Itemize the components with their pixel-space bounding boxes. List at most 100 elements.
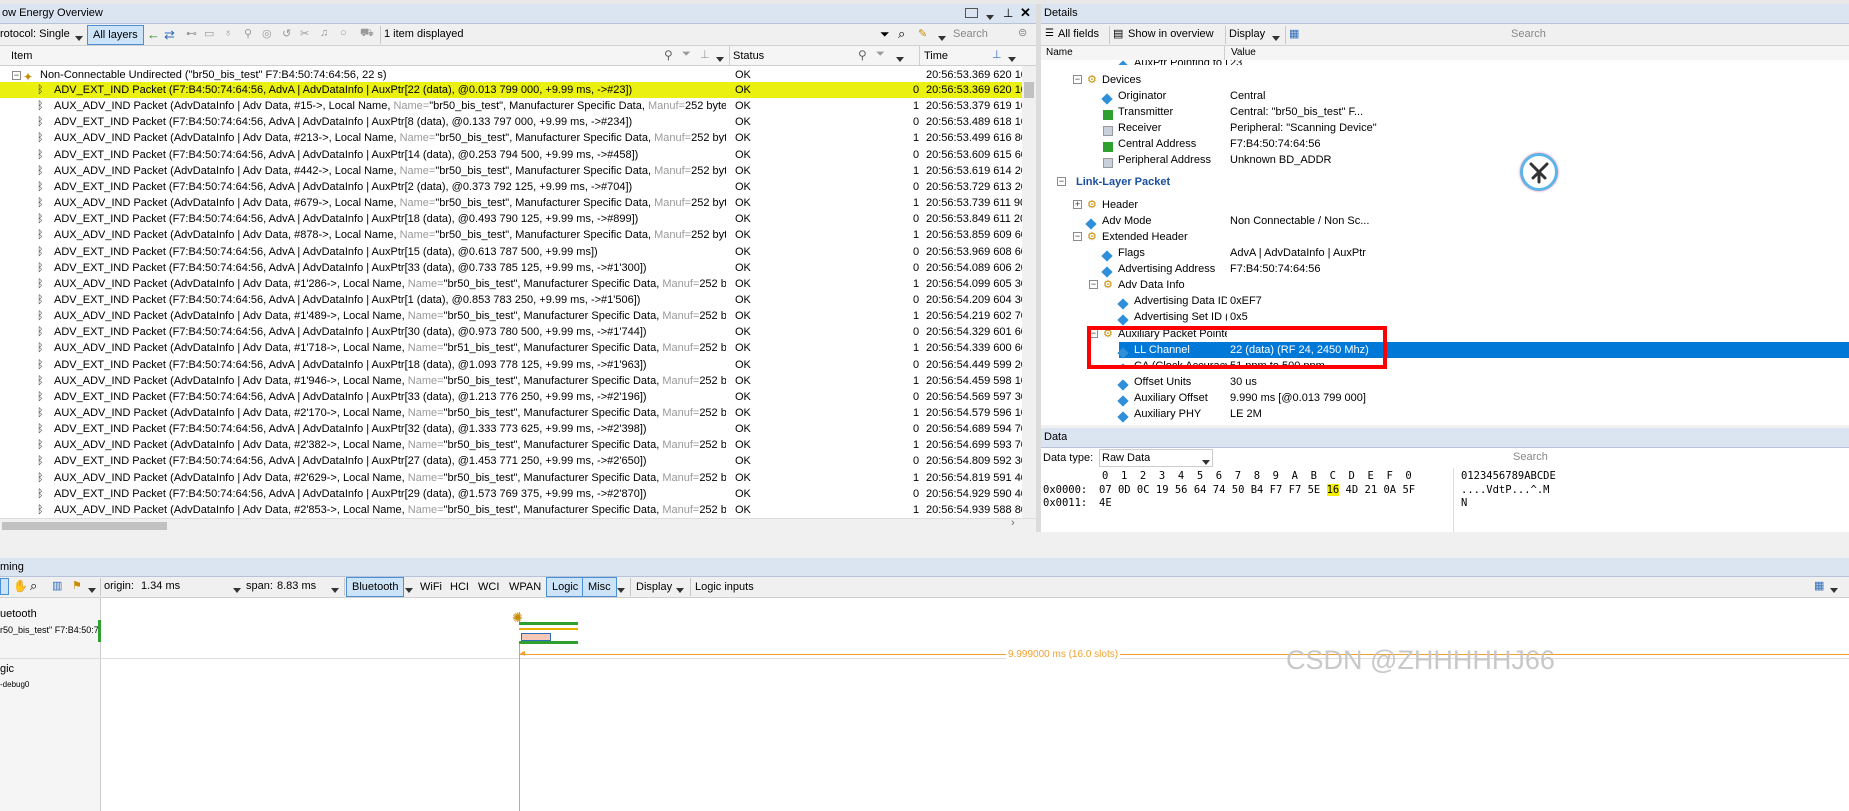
export-dropdown-icon[interactable] [1830,584,1838,596]
table-row[interactable]: ᛒ AUX_ADV_IND Packet (AdvDataInfo | Adv D… [0,502,1033,518]
export-icon[interactable]: ▦ [1289,27,1299,40]
overview-vertical-scrollbar[interactable] [1022,66,1036,518]
zoom-tool-icon[interactable]: ⌕ [30,578,37,594]
close-icon[interactable]: ✕ [1020,5,1031,21]
bluetooth-toggle[interactable]: Bluetooth [346,577,405,597]
column-status-filter-icon[interactable]: ⏷ [876,48,885,61]
scrollbar-thumb[interactable] [1024,82,1034,98]
filter-ghost-icon[interactable]: ⚲ [244,27,252,40]
misc-dropdown-icon[interactable] [617,584,625,596]
table-row[interactable]: ᛒ AUX_ADV_IND Packet (AdvDataInfo | Adv D… [0,308,1033,324]
table-row[interactable]: ᛒ AUX_ADV_IND Packet (AdvDataInfo | Adv D… [0,437,1033,453]
span-dropdown-icon[interactable] [331,584,339,596]
marker-icon[interactable]: ⚑ [72,579,82,592]
column-status-chevron-icon[interactable] [896,53,904,65]
protocol-dropdown-icon[interactable] [75,32,83,44]
collapse-icon[interactable]: − [12,71,21,80]
table-row[interactable]: ᛒ AUX_ADV_IND Packet (AdvDataInfo | Adv D… [0,130,1033,146]
wpan-toggle[interactable]: WPAN [504,577,546,597]
assistant-logo-icon[interactable] [1520,153,1558,191]
pin-icon[interactable]: ⊥ [1003,6,1013,20]
table-row[interactable]: ᛒ AUX_ADV_IND Packet (AdvDataInfo | Adv D… [0,195,1032,211]
packet-block[interactable] [519,622,578,644]
tree-node[interactable]: − ⚙ Devices [1041,72,1849,88]
tree-node[interactable]: Receiver Peripheral: "Scanning Device" [1041,120,1849,137]
undo-icon[interactable]: ↺ [282,27,291,40]
print-icon[interactable]: ▭ [204,27,214,40]
display-menu[interactable]: Display [631,577,677,597]
table-row[interactable]: ᛒ AUX_ADV_IND Packet (AdvDataInfo | Adv D… [0,227,1033,243]
hci-toggle[interactable]: HCI [445,577,474,597]
collapse-icon[interactable]: − [1089,329,1098,338]
packet-payload[interactable] [521,633,551,641]
table-row[interactable]: ᛒ AUX_ADV_IND Packet (AdvDataInfo | Adv D… [0,470,1033,486]
display-dropdown-icon[interactable] [676,584,684,596]
table-row[interactable]: ᛒ ADV_EXT_IND Packet (F7:B4:50:74:64:56, … [0,389,1033,405]
hex-line[interactable]: 07 0D 0C 19 56 64 74 50 B4 F7 F7 5E 16 4… [1099,484,1415,496]
collapse-icon[interactable]: − [1073,232,1082,241]
table-row[interactable]: ᛒ ADV_EXT_IND Packet (F7:B4:50:74:64:56, … [0,260,1033,276]
marker-dropdown-icon[interactable] [88,584,96,596]
collapse-icon[interactable]: − [1073,75,1082,84]
table-row[interactable]: ᛒ AUX_ADV_IND Packet (AdvDataInfo | Adv D… [0,340,1033,356]
tree-node[interactable]: CA (Clock Accuracy) 51 ppm to 500 ppm [1041,358,1849,367]
tree-node[interactable]: Adv Mode Non Connectable / Non Sc... [1041,213,1849,230]
column-name[interactable]: Name [1046,47,1073,58]
collapse-icon[interactable]: − [1089,280,1098,289]
tree-node[interactable]: Advertising Address F7:B4:50:74:64:56 [1041,261,1849,278]
overview-search-input[interactable]: Search [953,28,1013,40]
table-row[interactable]: ᛒ AUX_ADV_IND Packet (AdvDataInfo | Adv D… [0,276,1033,292]
table-row[interactable]: ᛒ AUX_ADV_IND Packet (AdvDataInfo | Adv D… [0,98,1033,114]
tree-node[interactable]: Flags AdvA | AdvDataInfo | AuxPtr [1041,245,1849,262]
table-row[interactable]: ᛒ ADV_EXT_IND Packet (F7:B4:50:74:64:56, … [0,357,1033,373]
tree-node[interactable]: − ⚙ Extended Header [1041,229,1849,245]
overview-horizontal-scrollbar[interactable]: › [0,517,1036,532]
table-row[interactable]: ᛒ ADV_EXT_IND Packet (F7:B4:50:74:64:56, … [0,179,1033,195]
data-type-dropdown-icon[interactable] [1202,456,1210,468]
data-type-select[interactable]: Raw Data [1099,449,1213,467]
table-row[interactable]: ᛒ AUX_ADV_IND Packet (AdvDataInfo | Adv D… [0,405,1033,421]
origin-dropdown-icon[interactable] [233,584,241,596]
origin-value[interactable]: 1.34 ms [141,580,180,592]
columns-icon[interactable]: ▥ [52,579,62,592]
column-item-pin-icon[interactable]: ⊥ [700,48,710,61]
hex-line[interactable]: 4E [1099,497,1112,509]
select-tool-icon[interactable] [0,578,9,595]
table-row[interactable]: ᛒ ADV_EXT_IND Packet (F7:B4:50:74:64:56, … [0,486,1033,502]
highlight-dropdown-icon[interactable] [938,32,946,44]
filter-icon[interactable]: ⏷ [880,27,890,42]
table-row[interactable]: ᛒ AUX_ADV_IND Packet (AdvDataInfo | Adv D… [0,373,1033,389]
show-in-overview-button[interactable]: Show in overview [1128,28,1214,40]
column-item-chevron-icon[interactable] [716,53,724,65]
highlight-icon[interactable]: ✎ [918,27,927,40]
column-time[interactable]: Time [924,50,948,62]
hex-byte-selected[interactable]: 16 [1326,484,1340,496]
table-row[interactable]: ᛒ ADV_EXT_IND Packet (F7:B4:50:74:64:56, … [0,244,1033,260]
tree-node[interactable]: Peripheral Address Unknown BD_ADDR [1041,152,1849,169]
tree-node[interactable]: Advertising Set ID (SID)0x5 [1041,309,1849,326]
lane-subtitle[interactable]: -debug0 [0,680,29,689]
table-row[interactable]: ᛒ ADV_EXT_IND Packet (F7:B4:50:74:64:56, … [0,211,1032,227]
logic-toggle[interactable]: Logic [546,577,585,597]
column-item-filter-icon[interactable]: ⏷ [682,48,691,61]
horizontal-splitter[interactable] [0,532,1849,558]
dropdown-icon[interactable] [986,11,994,23]
tree-node[interactable]: Auxiliary PHY LE 2M [1041,406,1849,423]
column-item-search-icon[interactable]: ⚲ [664,48,673,62]
protocol-select[interactable]: rotocol: Single [0,28,70,40]
wifi-toggle[interactable]: WiFi [415,577,447,597]
all-fields-button[interactable]: All fields [1058,28,1099,40]
music-icon[interactable]: ♫ [320,27,328,39]
tree-section[interactable]: − Link-Layer Packet [1041,174,1849,190]
tree-node[interactable]: LL Channel 22 (data) (RF 24, 2450 Mhz) [1041,342,1849,359]
tree-node[interactable]: Central Address F7:B4:50:74:64:56 [1041,136,1849,153]
car-icon[interactable]: ⛟ [360,27,374,41]
column-time-pin-icon[interactable]: ⊥ [992,48,1002,61]
table-row[interactable]: ᛒ ADV_EXT_IND Packet (F7:B4:50:74:64:56, … [0,421,1033,437]
display-menu[interactable]: Display [1229,28,1265,40]
table-row[interactable]: ᛒ AUX_ADV_IND Packet (AdvDataInfo | Adv D… [0,163,1033,179]
wci-toggle[interactable]: WCI [473,577,504,597]
tree-node[interactable]: Auxiliary Offset 9.990 ms [@0.013 799 000… [1041,390,1849,407]
table-row[interactable]: ᛒ ADV_EXT_IND Packet (F7:B4:50:74:64:56, … [0,324,1033,340]
details-search-input[interactable]: Search [1511,28,1546,40]
